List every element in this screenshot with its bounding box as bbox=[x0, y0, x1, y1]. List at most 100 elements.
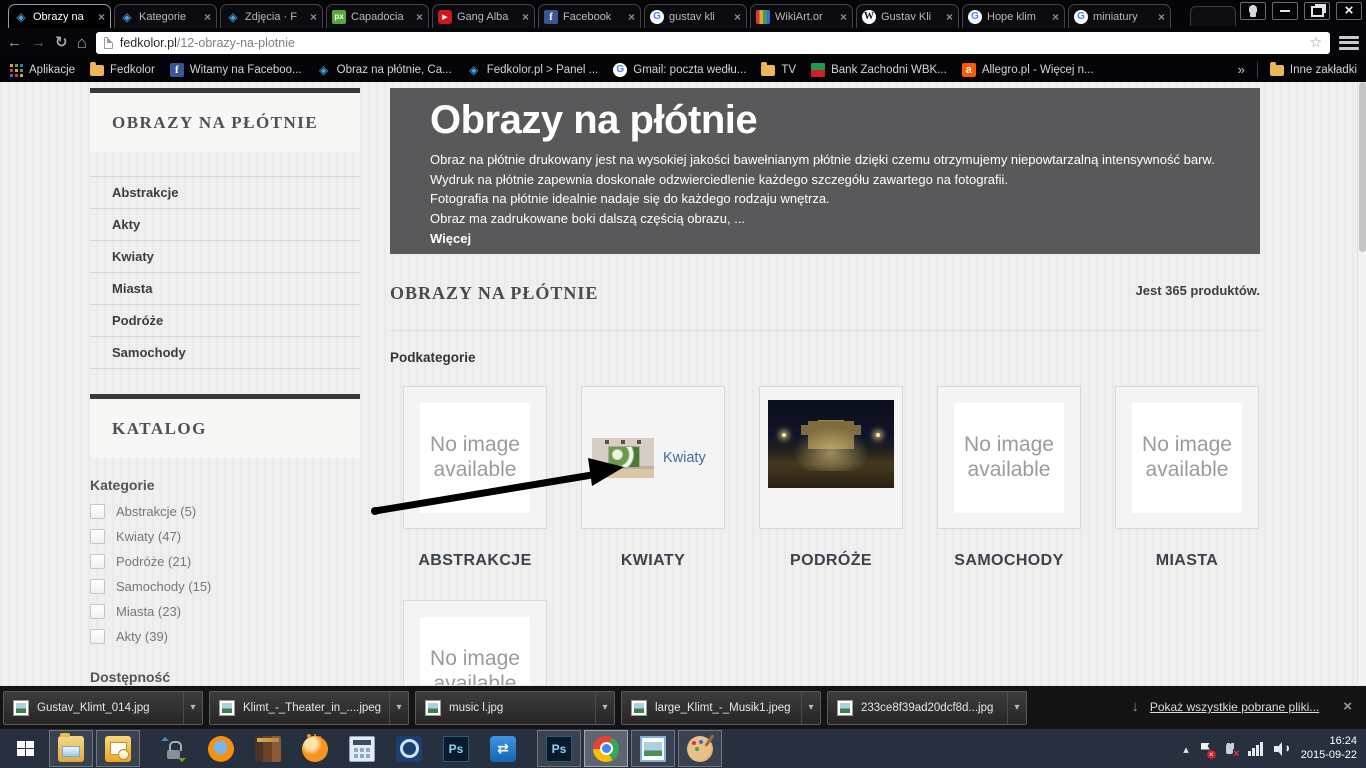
filter-checkbox[interactable] bbox=[90, 629, 105, 644]
filter-row[interactable]: Akty (39) bbox=[90, 624, 360, 649]
bookmark-bank[interactable]: Bank Zachodni WBK... bbox=[811, 62, 947, 77]
download-caret-icon[interactable] bbox=[389, 691, 408, 724]
close-button[interactable] bbox=[1336, 2, 1362, 20]
sidebar-category-item[interactable]: Samochody bbox=[90, 336, 360, 368]
subcategory-tile[interactable]: Kwiaty bbox=[581, 386, 725, 529]
tab-close-icon[interactable] bbox=[204, 12, 211, 22]
tab-gustav-klimt-wiki[interactable]: Gustav Kli bbox=[856, 4, 959, 28]
download-item[interactable]: Gustav_Klimt_014.jpg bbox=[3, 690, 203, 725]
tab-close-icon[interactable] bbox=[946, 12, 953, 22]
tab-close-icon[interactable] bbox=[522, 12, 529, 22]
filter-checkbox[interactable] bbox=[90, 604, 105, 619]
filter-row[interactable]: Miasta (23) bbox=[90, 599, 360, 624]
taskbar-app-teamviewer[interactable] bbox=[481, 730, 525, 767]
new-tab-button[interactable] bbox=[1186, 6, 1236, 26]
subcategory-tile[interactable]: No image available bbox=[403, 386, 547, 529]
forward-icon[interactable] bbox=[31, 35, 46, 50]
reload-icon[interactable] bbox=[55, 35, 68, 50]
filter-row[interactable]: Samochody (15) bbox=[90, 574, 360, 599]
filter-checkbox[interactable] bbox=[90, 529, 105, 544]
taskbar-app-photoshop[interactable] bbox=[434, 730, 478, 767]
tab-close-icon[interactable] bbox=[310, 12, 317, 22]
taskbar-app-image-viewer[interactable] bbox=[631, 730, 675, 767]
address-bar[interactable]: fedkolor.pl/12-obrazy-na-plotnie bbox=[95, 31, 1330, 54]
tab-close-icon[interactable] bbox=[1158, 12, 1165, 22]
downloads-close-icon[interactable] bbox=[1343, 698, 1352, 716]
page-scrollbar[interactable] bbox=[1357, 82, 1366, 685]
subcategory-tile[interactable]: No image available bbox=[937, 386, 1081, 529]
download-item[interactable]: music l.jpg bbox=[415, 690, 615, 725]
profile-icon[interactable] bbox=[1240, 2, 1266, 20]
sidebar-category-item[interactable]: Abstrakcje bbox=[90, 176, 360, 208]
taskbar-app-firefox[interactable] bbox=[199, 730, 243, 767]
download-caret-icon[interactable] bbox=[183, 691, 202, 724]
power-status-icon[interactable] bbox=[1224, 742, 1240, 759]
subcategory-label[interactable]: KWIATY bbox=[581, 552, 725, 570]
bookmark-aplikacje[interactable]: Aplikacje bbox=[9, 63, 75, 77]
tab-zdjecia[interactable]: Zdjęcia · F bbox=[220, 4, 323, 28]
kwiaty-mini-image[interactable] bbox=[592, 437, 654, 478]
filter-checkbox[interactable] bbox=[90, 579, 105, 594]
subcategory-label[interactable]: ABSTRAKCJE bbox=[403, 552, 547, 570]
tray-chevron-icon[interactable] bbox=[1183, 740, 1189, 758]
banner-more-link[interactable]: Więcej bbox=[430, 231, 1248, 246]
subcategory-abstrakcje[interactable]: No image available ABSTRAKCJE bbox=[403, 386, 547, 570]
minimize-button[interactable] bbox=[1272, 2, 1298, 20]
bookmark-facebook[interactable]: Witamy na Faceboo... bbox=[169, 62, 302, 77]
sidebar-category-item[interactable]: Akty bbox=[90, 208, 360, 240]
volume-icon[interactable] bbox=[1273, 741, 1290, 756]
network-signal-icon[interactable] bbox=[1247, 741, 1263, 756]
action-center-flag-icon[interactable] bbox=[1200, 742, 1216, 759]
filter-row[interactable]: Podróże (21) bbox=[90, 549, 360, 574]
subcategory-tile-partial[interactable]: No image available bbox=[403, 600, 547, 685]
download-item[interactable]: 233ce8f39ad20dcf8d...jpg bbox=[827, 690, 1027, 725]
taskbar-app-media[interactable] bbox=[387, 730, 431, 767]
show-all-downloads-link[interactable]: Pokaż wszystkie pobrane pliki... bbox=[1150, 700, 1319, 714]
tab-close-icon[interactable] bbox=[734, 12, 741, 22]
podroze-photo[interactable] bbox=[768, 400, 894, 488]
taskbar-app-chrome[interactable] bbox=[584, 730, 628, 767]
kwiaty-thumbnail-wrap[interactable]: Kwiaty bbox=[582, 387, 724, 528]
maximize-button[interactable] bbox=[1304, 2, 1330, 20]
sidebar-category-item[interactable]: Podróże bbox=[90, 304, 360, 336]
bookmark-fedkolor-panel[interactable]: Fedkolor.pl > Panel ... bbox=[467, 63, 599, 77]
bookmark-folder-fedkolor[interactable]: Fedkolor bbox=[90, 62, 155, 76]
tab-close-icon[interactable] bbox=[840, 12, 847, 22]
filter-row[interactable]: Kwiaty (47) bbox=[90, 524, 360, 549]
tab-gang-alba[interactable]: Gang Alba bbox=[432, 4, 535, 28]
tab-close-icon[interactable] bbox=[98, 12, 105, 22]
sidebar-category-item[interactable]: Miasta bbox=[90, 272, 360, 304]
scrollbar-thumb[interactable] bbox=[1359, 82, 1366, 252]
tab-close-icon[interactable] bbox=[628, 12, 635, 22]
subcategory-tile[interactable]: No image available bbox=[1115, 386, 1259, 529]
subcategory-label[interactable]: MIASTA bbox=[1115, 552, 1259, 570]
url-text[interactable]: fedkolor.pl/12-obrazy-na-plotnie bbox=[120, 36, 1303, 50]
download-item[interactable]: large_Klimt_-_Musik1.jpeg bbox=[621, 690, 821, 725]
taskbar-app-winrar[interactable] bbox=[246, 730, 290, 767]
subcategory-podroze[interactable]: PODRÓŻE bbox=[759, 386, 903, 570]
download-caret-icon[interactable] bbox=[801, 691, 820, 724]
taskbar-app-explorer[interactable] bbox=[49, 730, 93, 767]
bookmark-star-icon[interactable] bbox=[1309, 34, 1322, 52]
filter-row[interactable]: Abstrakcje (5) bbox=[90, 499, 360, 524]
tab-capadocia[interactable]: Capadocia bbox=[326, 4, 429, 28]
bookmark-allegro[interactable]: Allegro.pl - Więcej n... bbox=[961, 62, 1094, 77]
start-button[interactable] bbox=[4, 729, 46, 768]
bookmark-gmail[interactable]: Gmail: poczta wedłu... bbox=[613, 62, 746, 77]
home-icon[interactable] bbox=[77, 34, 87, 51]
subcategory-miasta[interactable]: No image available MIASTA bbox=[1115, 386, 1259, 570]
bookmark-folder-tv[interactable]: TV bbox=[761, 62, 796, 76]
back-icon[interactable] bbox=[7, 35, 22, 50]
taskbar-app-filezilla[interactable] bbox=[152, 730, 196, 767]
tab-close-icon[interactable] bbox=[416, 12, 423, 22]
taskbar-app-paint[interactable] bbox=[678, 730, 722, 767]
tab-miniatury[interactable]: miniatury bbox=[1068, 4, 1171, 28]
tab-wikiart[interactable]: WikiArt.or bbox=[750, 4, 853, 28]
subcategory-label[interactable]: PODRÓŻE bbox=[759, 552, 903, 570]
filter-checkbox[interactable] bbox=[90, 504, 105, 519]
other-bookmarks-folder[interactable]: Inne zakładki bbox=[1269, 62, 1357, 76]
sidebar-category-item[interactable]: Kwiaty bbox=[90, 240, 360, 272]
subcategory-kwiaty[interactable]: Kwiaty KWIATY bbox=[581, 386, 725, 570]
chrome-menu-icon[interactable] bbox=[1339, 35, 1359, 50]
taskbar-app-calculator[interactable] bbox=[340, 730, 384, 767]
